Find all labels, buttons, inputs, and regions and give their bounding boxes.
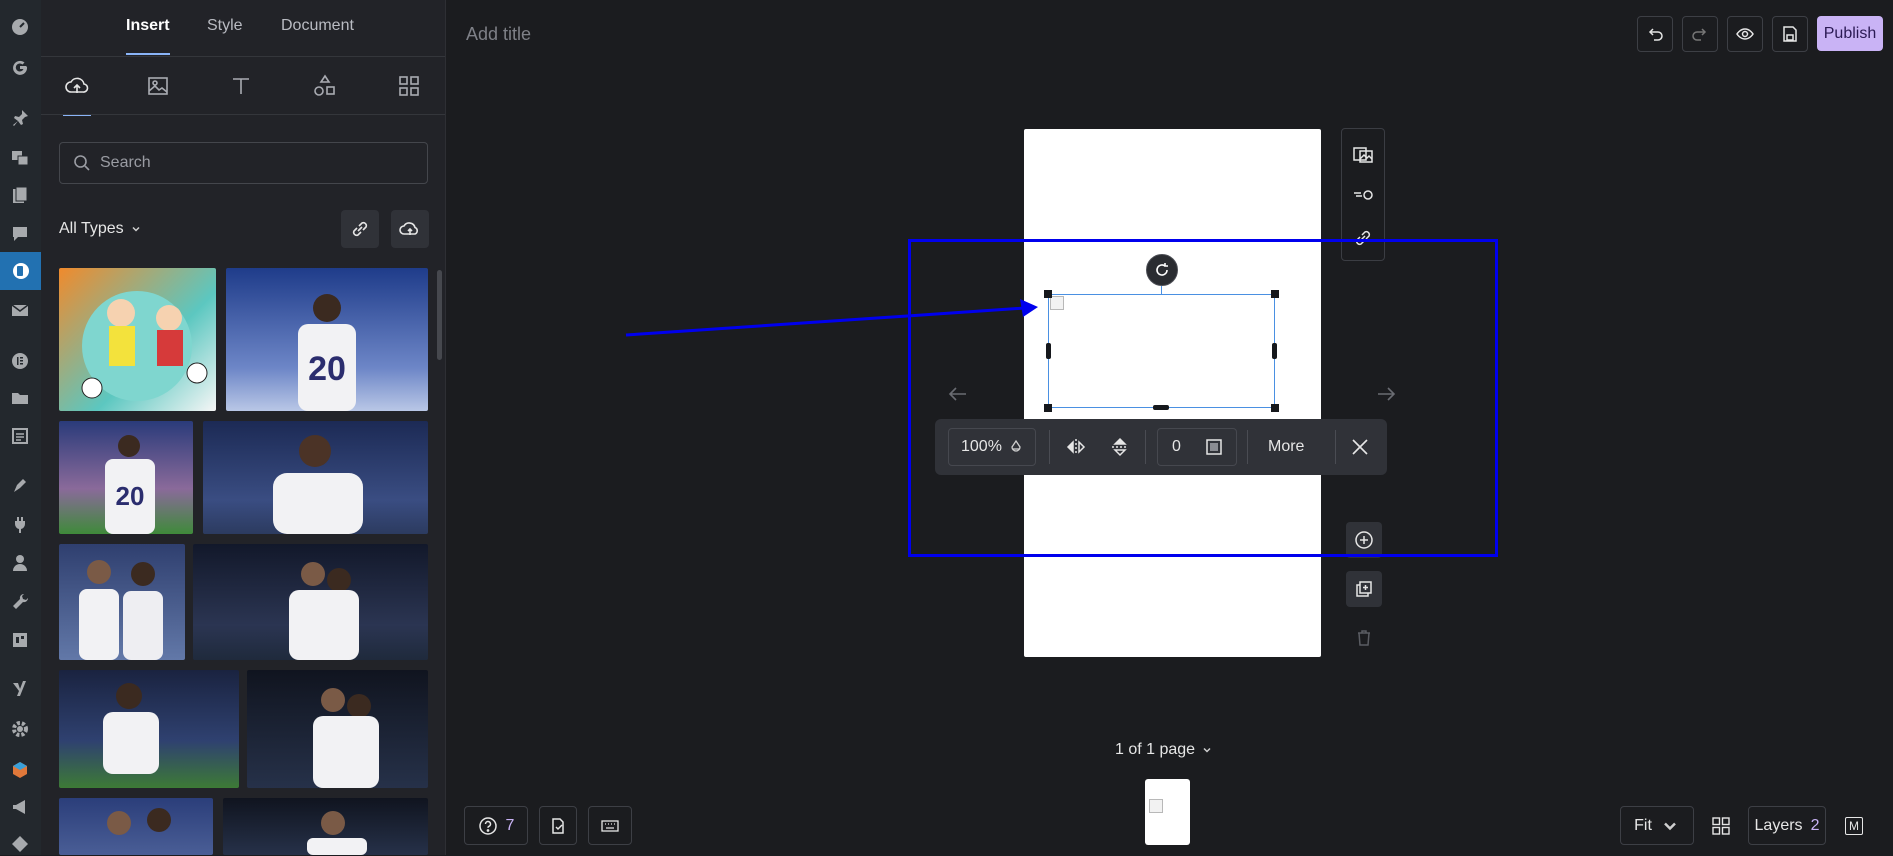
undo-button[interactable]: [1637, 16, 1673, 52]
layers-button[interactable]: Layers 2: [1748, 806, 1826, 845]
help-icon: [478, 816, 498, 836]
media-type-filter[interactable]: All Types: [59, 220, 142, 238]
annotation-arrow: [625, 299, 1038, 337]
tab-insert[interactable]: Insert: [126, 17, 170, 35]
chevron-down-icon: [1201, 744, 1213, 756]
duplicate-page-button[interactable]: [1346, 571, 1382, 607]
google-icon[interactable]: [8, 55, 32, 79]
upload-media-icon[interactable]: [61, 72, 93, 100]
comments-icon[interactable]: [8, 222, 32, 246]
insert-panel: Insert Style Document All Types 20 20: [41, 0, 446, 855]
media-thumbnail[interactable]: [59, 670, 239, 788]
redo-button[interactable]: [1682, 16, 1718, 52]
media-thumbnail[interactable]: 20: [226, 268, 428, 411]
media-thumbnail[interactable]: [59, 798, 213, 855]
zoom-label: Fit: [1634, 816, 1652, 834]
tab-style[interactable]: Style: [207, 17, 243, 35]
folder-icon[interactable]: [8, 386, 32, 410]
cube-icon[interactable]: [8, 758, 32, 782]
active-tab-indicator: [126, 53, 170, 55]
page-indicator-label: 1 of 1 page: [1115, 741, 1196, 758]
save-icon: [1780, 24, 1800, 44]
zoom-select[interactable]: Fit: [1620, 806, 1694, 845]
duplicate-icon: [1353, 578, 1375, 600]
page-indicator-dropdown[interactable]: 1 of 1 page: [1115, 741, 1213, 759]
animation-icon[interactable]: [1350, 182, 1376, 208]
checklist-icon: [548, 816, 568, 836]
svg-text:20: 20: [116, 481, 145, 511]
users-icon[interactable]: [8, 551, 32, 575]
grid-view-icon[interactable]: [1710, 815, 1732, 837]
page-thumbnail[interactable]: [1145, 779, 1190, 845]
help-center-button[interactable]: 7: [464, 806, 528, 845]
layers-label: Layers: [1754, 816, 1803, 834]
diamond-icon[interactable]: [8, 832, 32, 856]
publish-button[interactable]: Publish: [1817, 16, 1883, 51]
page-templates-icon[interactable]: [393, 72, 425, 100]
media-thumbnail[interactable]: 20: [59, 421, 193, 534]
search-input[interactable]: [100, 154, 400, 172]
image-media-icon[interactable]: [142, 72, 174, 100]
media-thumbnail[interactable]: [59, 544, 185, 660]
web-stories-icon[interactable]: [0, 252, 41, 290]
tools-icon[interactable]: [8, 590, 32, 614]
insert-by-link-button[interactable]: [341, 210, 379, 248]
trash-icon: [1353, 627, 1375, 649]
link-icon: [348, 217, 372, 241]
dashboard-icon[interactable]: [8, 15, 32, 39]
layers-count-badge: 2: [1810, 816, 1820, 834]
media-thumbnail[interactable]: [247, 670, 428, 788]
eye-icon: [1735, 24, 1755, 44]
svg-text:20: 20: [308, 350, 346, 388]
cloud-upload-icon: [398, 217, 422, 241]
media-thumbnail[interactable]: [223, 798, 428, 855]
posts-pin-icon[interactable]: [8, 106, 32, 130]
plugins-icon[interactable]: [8, 513, 32, 537]
tab-document[interactable]: Document: [281, 17, 354, 35]
mail-icon[interactable]: [8, 298, 32, 322]
media-thumbnail[interactable]: [203, 421, 428, 534]
search-icon: [72, 153, 92, 173]
media-icon[interactable]: [8, 145, 32, 169]
undo-icon: [1645, 24, 1665, 44]
elementor-icon[interactable]: [8, 349, 32, 373]
help-count-badge: 7: [505, 816, 515, 834]
chevron-down-icon: [1660, 816, 1680, 836]
media-thumbnail[interactable]: [193, 544, 428, 660]
filter-label: All Types: [59, 220, 124, 237]
keyboard-icon: [600, 816, 620, 836]
divider: [41, 114, 445, 115]
search-box[interactable]: [59, 142, 428, 184]
appearance-icon[interactable]: [8, 474, 32, 498]
yoast-icon[interactable]: [8, 677, 32, 701]
thumbnail-broken-image: [1149, 799, 1163, 813]
shapes-icon[interactable]: [309, 72, 341, 100]
templates-icon[interactable]: [8, 424, 32, 448]
keyboard-shortcuts-button[interactable]: [588, 806, 632, 845]
checklist-button[interactable]: [539, 806, 577, 845]
delete-page-button[interactable]: [1346, 620, 1382, 656]
story-title-input[interactable]: Add title: [466, 24, 531, 45]
redo-icon: [1690, 24, 1710, 44]
preview-button[interactable]: [1727, 16, 1763, 52]
annotation-highlight-box: [908, 239, 1498, 557]
replace-background-icon[interactable]: [1350, 141, 1376, 167]
megaphone-icon[interactable]: [8, 795, 32, 819]
save-draft-button[interactable]: [1772, 16, 1808, 52]
media-thumbnail[interactable]: [59, 268, 216, 411]
settings-panel-icon[interactable]: [8, 628, 32, 652]
mode-toggle-button[interactable]: M: [1845, 817, 1863, 835]
gear-icon[interactable]: [8, 717, 32, 741]
text-icon[interactable]: [225, 72, 257, 100]
divider: [41, 56, 445, 57]
chevron-down-icon: [130, 223, 142, 235]
pages-icon[interactable]: [8, 183, 32, 207]
wp-admin-sidebar: [0, 0, 41, 855]
media-scrollbar[interactable]: [437, 270, 442, 360]
upload-button[interactable]: [391, 210, 429, 248]
